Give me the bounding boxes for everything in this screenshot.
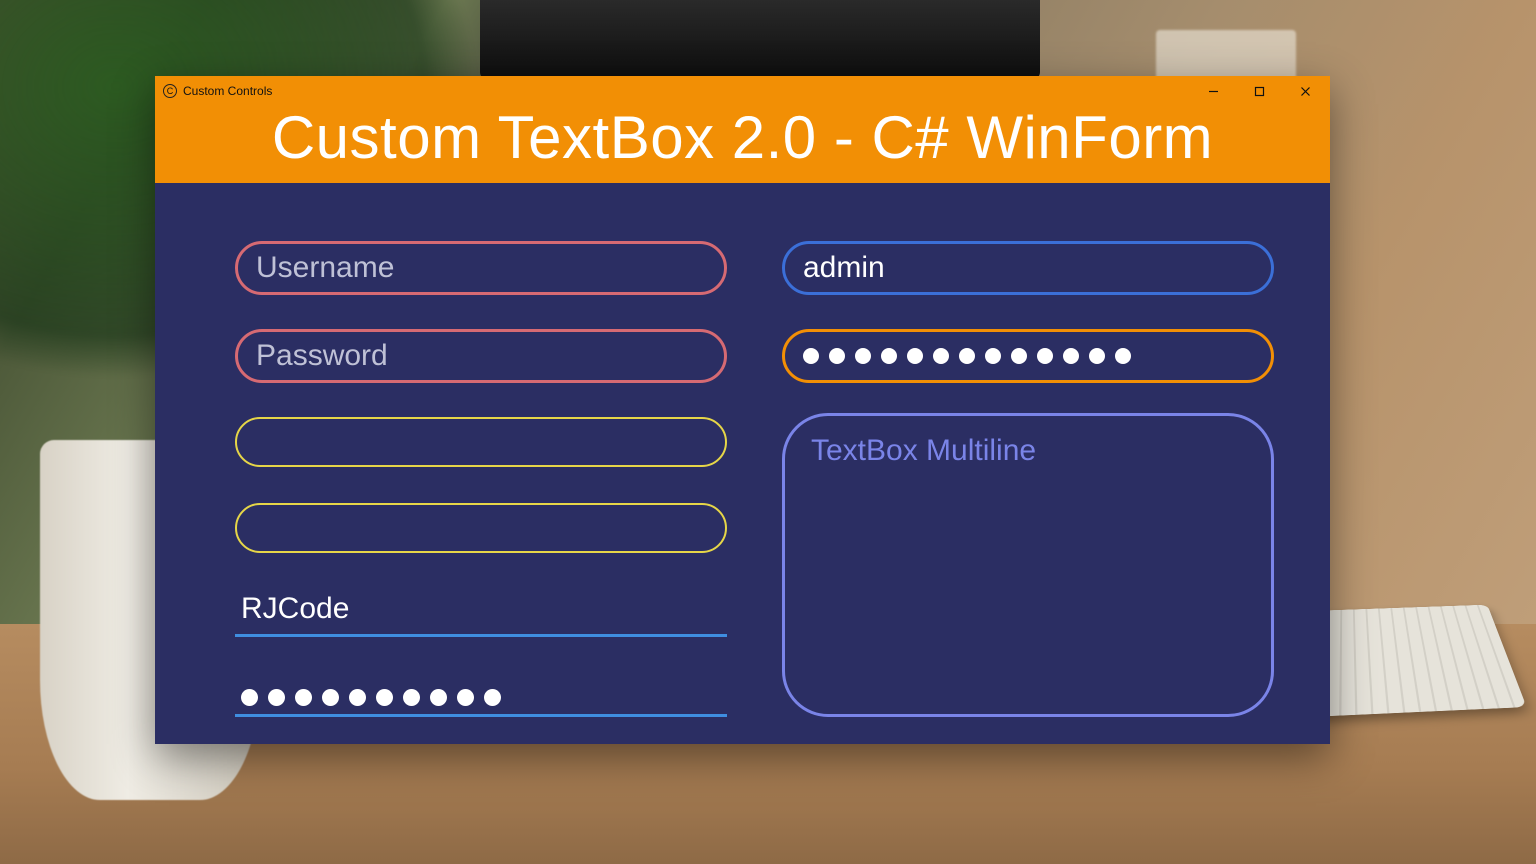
form-area: Username Password RJCode admin TextBox M… [155,183,1330,744]
close-button[interactable] [1282,76,1328,106]
password-input-filled[interactable] [782,329,1274,383]
username-input-filled[interactable]: admin [782,241,1274,295]
password-dots [803,348,1131,364]
minimize-button[interactable] [1190,76,1236,106]
multiline-textbox[interactable]: TextBox Multiline [782,413,1274,717]
underline-text-input[interactable]: RJCode [235,581,727,637]
app-window: C Custom Controls Custom TextBox 2.0 - C… [155,76,1330,744]
password-placeholder: Password [256,339,388,373]
username-value: admin [803,251,885,285]
username-input-rounded[interactable]: Username [235,241,727,295]
titlebar[interactable]: C Custom Controls [155,76,1330,106]
underline-text-value: RJCode [241,592,349,626]
maximize-icon [1254,86,1265,97]
empty-input-2[interactable] [235,503,727,553]
underline-password-dots [241,689,501,706]
multiline-placeholder: TextBox Multiline [811,434,1036,468]
close-icon [1300,86,1311,97]
underline-password-input[interactable] [235,661,727,717]
minimize-icon [1208,86,1219,97]
app-icon: C [163,84,177,98]
page-title: Custom TextBox 2.0 - C# WinForm [155,106,1330,183]
maximize-button[interactable] [1236,76,1282,106]
password-input-rounded[interactable]: Password [235,329,727,383]
window-title: Custom Controls [183,84,272,98]
username-placeholder: Username [256,251,394,285]
empty-input-1[interactable] [235,417,727,467]
